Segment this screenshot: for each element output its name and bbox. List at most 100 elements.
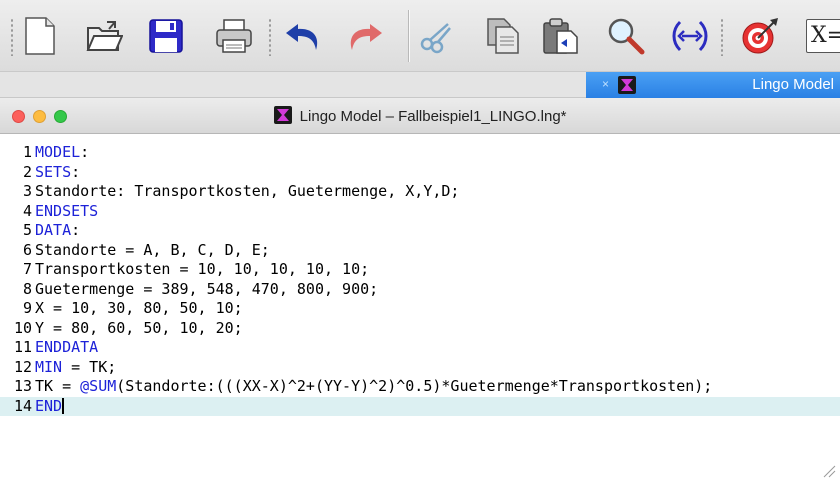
print-button[interactable] (212, 14, 256, 58)
redo-arrow-icon (350, 24, 382, 50)
paste-clipboard-icon (543, 18, 578, 54)
code-editor[interactable]: 1 MODEL: 2 SETS: 3 Standorte: Transportkosten… (0, 134, 840, 482)
toolbar-grip[interactable] (10, 18, 14, 56)
line-number: 8 (22, 279, 32, 298)
new-document-icon (25, 17, 55, 55)
code-line[interactable]: 13 TK = @SUM(Standorte:(((XX-X)^2+(YY-Y)^… (0, 377, 840, 397)
save-floppy-icon (149, 19, 183, 53)
line-number: 3 (22, 182, 32, 200)
line-number: 5 (22, 221, 32, 239)
code-line[interactable]: 2 SETS: (0, 163, 840, 183)
keyword-token: MIN (35, 357, 63, 376)
new-file-button[interactable] (18, 14, 62, 58)
keyword-token: SETS (35, 162, 72, 181)
line-number: 10 (13, 318, 32, 337)
code-line[interactable]: 5 DATA: (0, 221, 840, 241)
open-folder-icon (86, 21, 123, 51)
code-token: Y = 80, 60, 50, 10, 20; (35, 318, 243, 337)
code-token: (Standorte:(((XX-X)^2+(YY-Y)^2)^0.5)*Gue… (116, 377, 713, 395)
toolbar-grip[interactable] (720, 18, 724, 56)
code-text: ENDDATA (35, 338, 98, 358)
toolbar-separator (408, 10, 409, 62)
code-text: Guetermenge = 389, 548, 470, 800, 900; (35, 280, 378, 300)
code-line[interactable]: 7 Transportkosten = 10, 10, 10, 10, 10; (0, 260, 840, 280)
window-title-wrap: Lingo Model – Fallbeispiel1_LINGO.lng* (0, 106, 840, 128)
copy-icon (487, 18, 519, 54)
code-text: Transportkosten = 10, 10, 10, 10, 10; (35, 260, 369, 280)
code-line[interactable]: 11 ENDDATA (0, 338, 840, 358)
undo-button[interactable] (282, 14, 326, 58)
x-equals-text: X= (811, 23, 840, 48)
code-text: DATA: (35, 221, 80, 241)
keyword-token: @SUM (80, 377, 117, 395)
find-button[interactable] (604, 14, 648, 58)
keyword-token: MODEL (35, 143, 81, 161)
keyword-token: DATA (35, 221, 72, 239)
code-line[interactable]: 9X = 10, 30, 80, 50, 10; (0, 299, 840, 319)
save-button[interactable] (144, 14, 188, 58)
solve-button[interactable] (738, 14, 782, 58)
code-token: X = 10, 30, 80, 50, 10; (35, 299, 243, 317)
code-line[interactable]: 8 Guetermenge = 389, 548, 470, 800, 900; (0, 280, 840, 300)
undo-arrow-icon (286, 24, 318, 50)
code-text: MIN = TK; (35, 358, 116, 378)
open-file-button[interactable] (82, 14, 126, 58)
resize-grip-icon[interactable] (822, 464, 836, 478)
match-parenthesis-icon (672, 20, 708, 52)
solution-button[interactable]: X= (806, 14, 840, 58)
line-number: 1 (22, 143, 32, 161)
code-text: END (35, 397, 64, 417)
code-text: Standorte = A, B, C, D, E; (35, 241, 270, 261)
keyword-token: END (35, 396, 63, 415)
printer-icon (216, 19, 252, 53)
scissors-icon (420, 23, 451, 54)
window-titlebar: Lingo Model – Fallbeispiel1_LINGO.lng* (0, 98, 840, 134)
target-icon (742, 18, 778, 54)
line-number: 11 (13, 338, 32, 356)
toolbar: X= (0, 0, 840, 72)
line-number: 7 (22, 260, 32, 278)
redo-button[interactable] (342, 14, 386, 58)
code-line[interactable]: 3 Standorte: Transportkosten, Guetermenge… (0, 182, 840, 202)
code-token: = TK; (62, 357, 117, 376)
code-line[interactable]: 12 MIN = TK; (0, 358, 840, 378)
line-number: 6 (22, 240, 32, 259)
code-line[interactable]: 6 Standorte = A, B, C, D, E; (0, 241, 840, 261)
code-text: Y = 80, 60, 50, 10, 20; (35, 319, 243, 339)
line-number: 13 (13, 377, 32, 395)
tab-strip: × Lingo Model (0, 72, 840, 98)
keyword-token: ENDSETS (35, 201, 99, 220)
x-equals-icon: X= (806, 19, 840, 53)
tab-lingo-model[interactable]: × Lingo Model (586, 72, 840, 98)
code-token: : (80, 143, 90, 161)
paste-button[interactable] (538, 14, 582, 58)
lingo-logo-icon (618, 76, 636, 98)
line-number: 4 (22, 201, 32, 220)
code-text: TK = @SUM(Standorte:(((XX-X)^2+(YY-Y)^2)… (35, 377, 712, 397)
code-token: Guetermenge = 389, 548, 470, 800, 900; (35, 279, 379, 298)
magnifier-icon (608, 18, 645, 55)
line-number: 2 (22, 162, 32, 181)
toolbar-grip[interactable] (268, 18, 272, 56)
tab-close-icon[interactable]: × (602, 77, 609, 91)
tab-label: Lingo Model (752, 76, 834, 93)
code-token: : (71, 162, 81, 181)
line-number: 12 (13, 357, 32, 376)
code-text: MODEL: (35, 143, 89, 163)
copy-button[interactable] (480, 14, 524, 58)
code-line[interactable]: 10 Y = 80, 60, 50, 10, 20; (0, 319, 840, 339)
window-title: Lingo Model – Fallbeispiel1_LINGO.lng* (299, 108, 567, 125)
code-token: TK = (35, 377, 81, 395)
code-token: Transportkosten = 10, 10, 10, 10, 10; (35, 260, 370, 278)
cut-button[interactable] (414, 14, 458, 58)
code-text: Standorte: Transportkosten, Guetermenge,… (35, 182, 459, 202)
code-line[interactable]: 1 MODEL: (0, 143, 840, 163)
code-token: Standorte = A, B, C, D, E; (35, 240, 270, 259)
lingo-logo-icon (273, 106, 292, 128)
code-line[interactable]: 4 ENDSETS (0, 202, 840, 222)
code-text: SETS: (35, 163, 80, 183)
line-number: 14 (13, 396, 32, 415)
match-parenthesis-button[interactable] (668, 14, 712, 58)
code-line[interactable]: 14 END (0, 396, 840, 417)
line-number: 9 (22, 299, 32, 317)
